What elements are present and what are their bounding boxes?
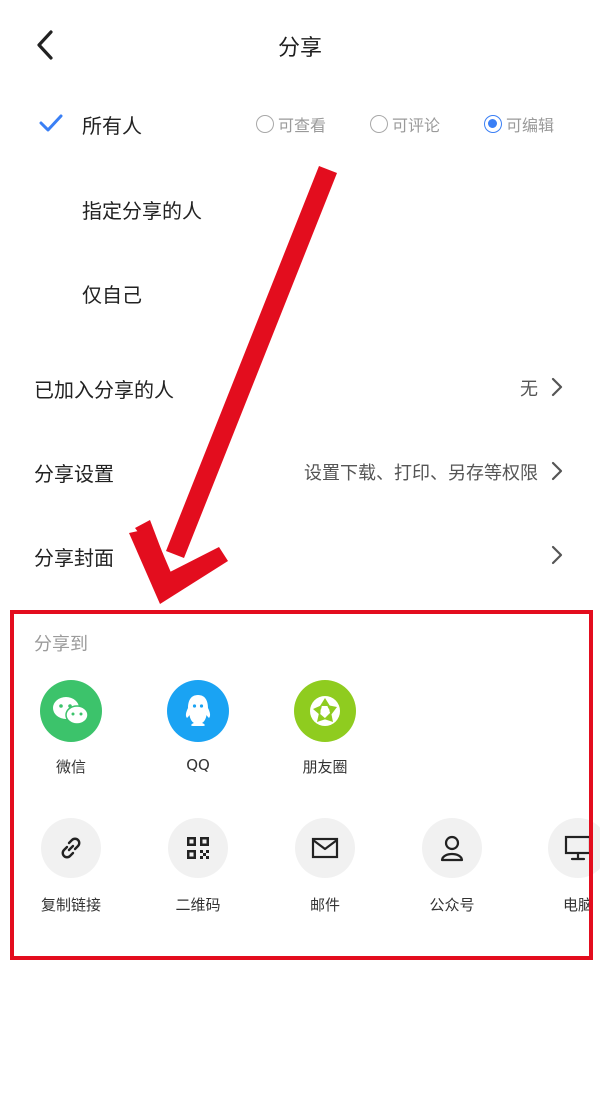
- annotation-arrow: [129, 166, 337, 604]
